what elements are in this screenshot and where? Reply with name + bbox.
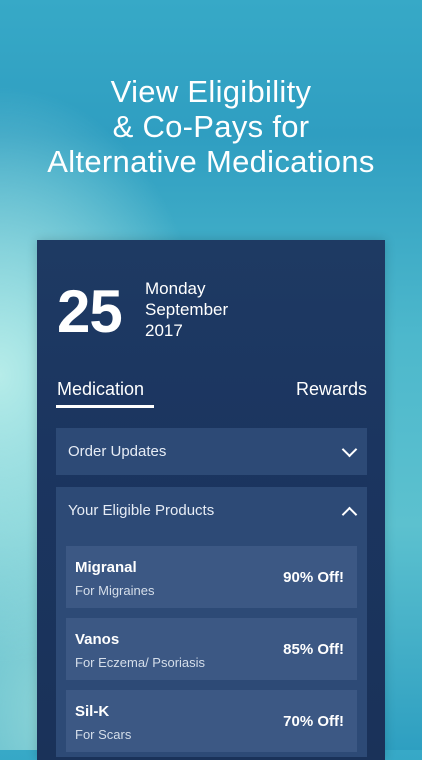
chevron-up-icon[interactable] [341,506,358,523]
product-name: Migranal [75,559,137,576]
headline-line-2: & Co-Pays for [112,109,310,144]
order-updates-section[interactable]: Order Updates [56,428,367,475]
headline-line-3: Alternative Medications [47,144,375,179]
date-details: Monday September 2017 [145,278,228,341]
product-name: Sil-K [75,703,110,720]
product-description: For Eczema/ Psoriasis [75,655,206,670]
product-discount: 85% Off! [283,641,344,658]
chevron-down-icon[interactable] [341,441,358,458]
headline-line-1: View Eligibility [110,74,312,109]
product-discount: 90% Off! [283,569,344,586]
product-card-sil-k[interactable]: Sil-K For Scars 70% Off! [66,690,357,752]
product-description: For Scars [75,727,132,742]
product-name: Vanos [75,631,120,648]
date-month: September [145,300,229,319]
product-card-migranal[interactable]: Migranal For Migraines 90% Off! [66,546,357,608]
product-description: For Migraines [75,583,155,598]
tab-medication[interactable]: Medication [57,378,144,400]
eligible-products-label: Your Eligible Products [68,502,215,519]
promo-headline: View Eligibility & Co-Pays for Alternati… [0,74,422,179]
product-card-vanos[interactable]: Vanos For Eczema/ Psoriasis 85% Off! [66,618,357,680]
date-weekday: Monday [145,279,206,298]
date-year: 2017 [145,321,183,340]
order-updates-label: Order Updates [68,443,167,460]
product-discount: 70% Off! [283,713,344,730]
tab-rewards[interactable]: Rewards [296,378,367,400]
active-tab-indicator [56,405,154,408]
date-day-number: 25 [57,278,123,345]
